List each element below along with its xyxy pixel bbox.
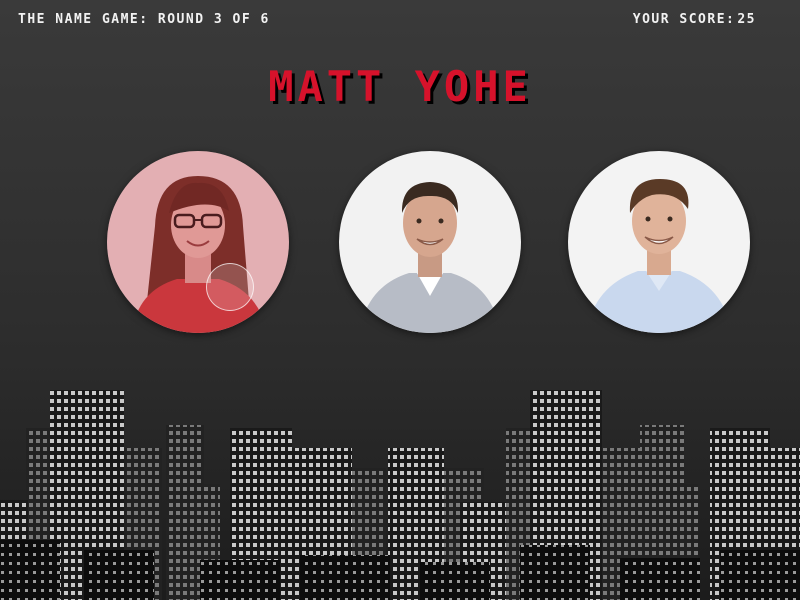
score-label: YOUR SCORE: — [632, 12, 736, 27]
score-display: YOUR SCORE: 25 — [633, 12, 756, 27]
choice-portrait-1[interactable] — [107, 151, 289, 333]
city-skyline-illustration — [0, 390, 800, 600]
portrait-woman-glasses — [107, 151, 289, 333]
target-name: MATT YOHE — [268, 62, 532, 111]
portrait-man-grey-shirt — [339, 151, 521, 333]
score-value: 25 — [737, 12, 756, 27]
round-indicator: THE NAME GAME: ROUND 3 OF 6 — [18, 12, 270, 27]
portrait-man-blue-shirt — [568, 151, 750, 333]
choice-portrait-2[interactable] — [339, 151, 521, 333]
choice-portrait-3[interactable] — [568, 151, 750, 333]
